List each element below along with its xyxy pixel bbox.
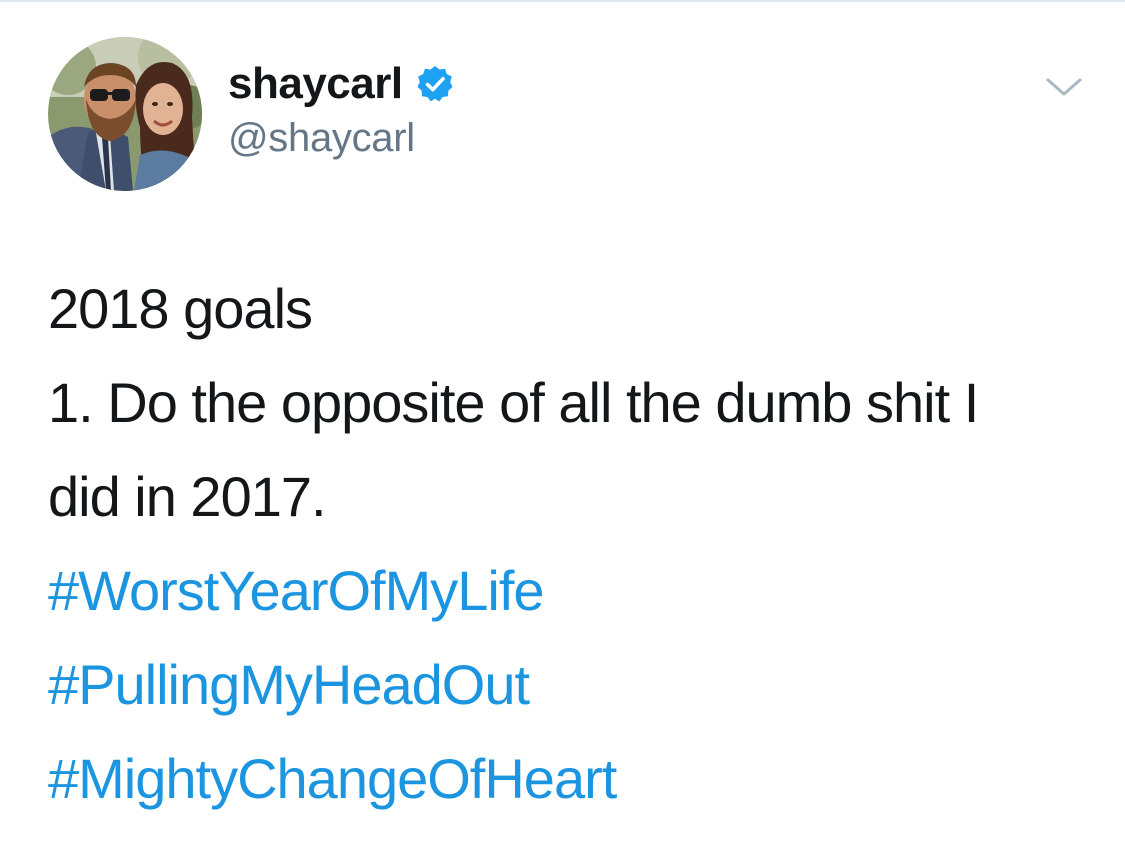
tweet-text-line: 2018 goals <box>48 277 313 340</box>
user-name-row: shaycarl <box>228 58 455 110</box>
tweet-text-line: 1. Do the opposite of all the dumb shit … <box>48 371 979 434</box>
avatar-photo <box>48 37 202 191</box>
tweet-card: shaycarl @shaycarl 2018 goals 1. Do the … <box>0 0 1125 841</box>
display-name[interactable]: shaycarl <box>228 58 403 110</box>
hashtag-link[interactable]: #WorstYearOfMyLife <box>48 544 1108 638</box>
hashtag-link[interactable]: #MightyChangeOfHeart <box>48 732 1108 826</box>
user-avatar[interactable] <box>48 37 202 191</box>
hashtag-link[interactable]: #PullingMyHeadOut <box>48 638 1108 732</box>
user-handle[interactable]: @shaycarl <box>228 112 415 164</box>
verified-badge-icon <box>415 64 455 104</box>
tweet-text: 2018 goals 1. Do the opposite of all the… <box>48 262 1108 826</box>
chevron-down-icon[interactable] <box>1040 70 1088 106</box>
tweet-text-line: did in 2017. <box>48 465 327 528</box>
